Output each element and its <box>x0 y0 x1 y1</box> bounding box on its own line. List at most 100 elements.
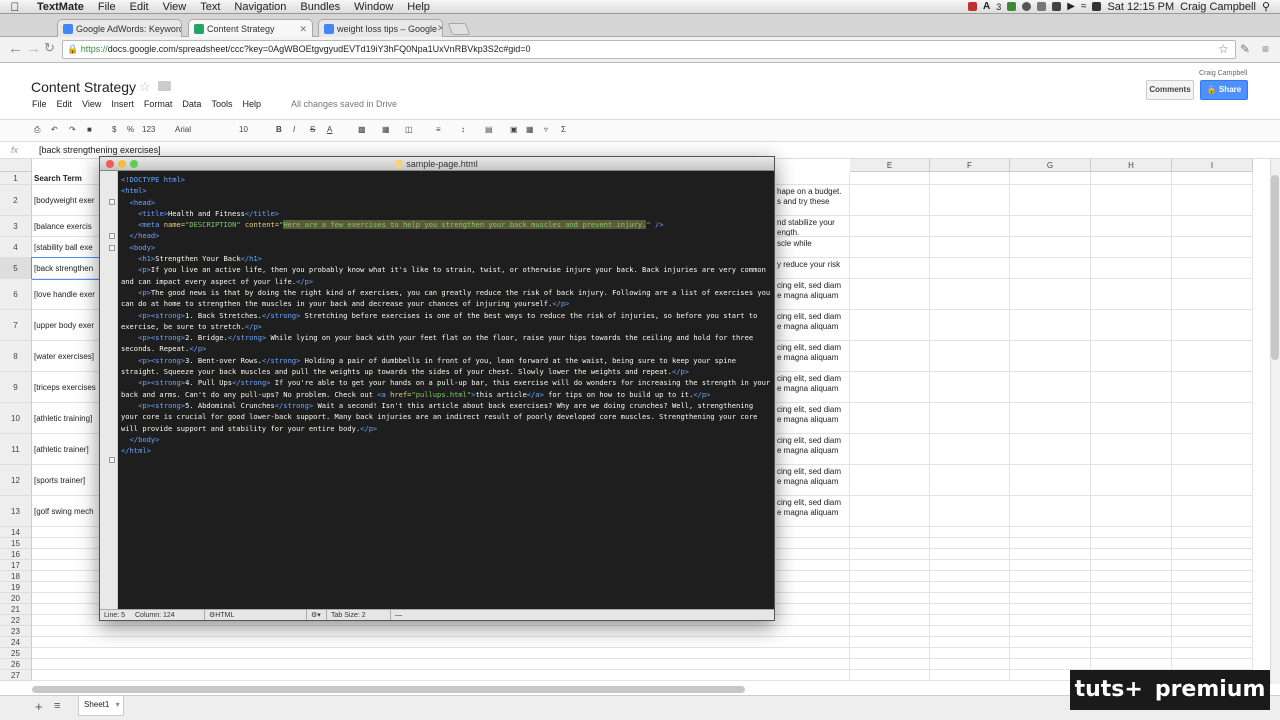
row-header[interactable]: 23 <box>0 626 32 637</box>
adobe-icon[interactable]: A <box>983 1 990 12</box>
empty-cell[interactable] <box>1010 372 1091 403</box>
empty-cell[interactable] <box>850 372 930 403</box>
cell-description[interactable]: y reduce your risk <box>775 258 850 279</box>
empty-cell[interactable] <box>850 434 930 465</box>
empty-cell[interactable] <box>1091 637 1172 648</box>
empty-cell[interactable] <box>930 434 1010 465</box>
url-field[interactable]: 🔒 https://docs.google.com/spreadsheet/cc… <box>62 40 1236 59</box>
empty-cell[interactable] <box>1010 571 1091 582</box>
empty-cell[interactable] <box>850 310 930 341</box>
empty-cell[interactable] <box>930 648 1010 659</box>
row-header[interactable]: 1 <box>0 172 32 185</box>
empty-cell[interactable] <box>1010 593 1091 604</box>
vertical-scrollbar-thumb[interactable] <box>1271 175 1279 360</box>
empty-cell[interactable] <box>1091 279 1172 310</box>
empty-cell[interactable] <box>930 637 1010 648</box>
align-icon[interactable]: ≡ <box>436 125 441 134</box>
empty-cell[interactable] <box>850 560 930 571</box>
empty-cell[interactable] <box>850 593 930 604</box>
row-header[interactable]: 10 <box>0 403 32 434</box>
empty-cell[interactable] <box>1091 604 1172 615</box>
empty-cell[interactable] <box>1091 341 1172 372</box>
empty-cell[interactable] <box>1091 172 1172 185</box>
tab-adwords[interactable]: Google AdWords: Keyword ✕ <box>57 19 182 37</box>
empty-cell[interactable] <box>930 670 1010 681</box>
empty-cell[interactable] <box>1010 615 1091 626</box>
column-header-h[interactable]: H <box>1091 159 1172 172</box>
back-arrow-icon[interactable]: ← <box>8 40 23 57</box>
menu-help[interactable]: Help <box>400 1 437 13</box>
row-header[interactable]: 21 <box>0 604 32 615</box>
row-header[interactable]: 25 <box>0 648 32 659</box>
empty-cell[interactable] <box>1010 403 1091 434</box>
sheet-tab[interactable]: Sheet1 ▾ <box>78 696 124 716</box>
row-header[interactable]: 19 <box>0 582 32 593</box>
empty-cell[interactable] <box>1091 615 1172 626</box>
empty-cell[interactable] <box>1091 538 1172 549</box>
empty-cell[interactable] <box>930 659 1010 670</box>
redo-icon[interactable]: ↷ <box>69 125 76 134</box>
empty-cell[interactable] <box>930 258 1010 279</box>
empty-cell[interactable] <box>1172 560 1253 571</box>
empty-cell[interactable] <box>1172 527 1253 538</box>
empty-cell[interactable] <box>1172 549 1253 560</box>
empty-cell[interactable] <box>1010 659 1091 670</box>
fold-marker[interactable] <box>109 233 115 239</box>
doc-menu-edit[interactable]: Edit <box>57 99 73 109</box>
empty-cell[interactable] <box>1010 604 1091 615</box>
empty-cell[interactable] <box>930 372 1010 403</box>
empty-cell[interactable] <box>1172 372 1253 403</box>
row-header[interactable]: 7 <box>0 310 32 341</box>
empty-cell[interactable] <box>1010 341 1091 372</box>
menubar-clock[interactable]: Sat 12:15 PM <box>1107 1 1174 13</box>
empty-cell[interactable] <box>1091 434 1172 465</box>
empty-cell[interactable] <box>850 258 930 279</box>
borders-icon[interactable]: ▦ <box>382 125 390 134</box>
share-button[interactable]: 🔒 Share <box>1200 80 1248 100</box>
row-header[interactable]: 14 <box>0 527 32 538</box>
menu-textmate[interactable]: TextMate <box>30 1 91 13</box>
empty-cell[interactable] <box>1172 237 1253 258</box>
empty-cell[interactable] <box>1010 216 1091 237</box>
bold-button[interactable]: B <box>276 125 282 134</box>
chrome-menu-icon[interactable]: ≡ <box>1262 42 1269 56</box>
empty-cell[interactable] <box>1091 237 1172 258</box>
fill-color-icon[interactable]: ▩ <box>358 125 366 134</box>
tab-weight-loss[interactable]: weight loss tips – Google ✕ <box>318 19 443 37</box>
empty-cell[interactable] <box>1172 593 1253 604</box>
menu-file[interactable]: File <box>91 1 123 13</box>
empty-cell[interactable] <box>1172 403 1253 434</box>
empty-cell[interactable] <box>1091 560 1172 571</box>
wifi-icon[interactable]: ≈ <box>1081 1 1087 12</box>
row-header[interactable]: 5 <box>0 258 32 279</box>
empty-cell[interactable] <box>850 279 930 310</box>
empty-cell[interactable] <box>930 341 1010 372</box>
reload-icon[interactable]: ↻ <box>44 40 55 56</box>
empty-cell[interactable] <box>1010 626 1091 637</box>
empty-cell[interactable] <box>1172 310 1253 341</box>
empty-cell[interactable] <box>1010 237 1091 258</box>
empty-cell[interactable] <box>1172 604 1253 615</box>
empty-cell[interactable] <box>930 185 1010 216</box>
forward-arrow-icon[interactable]: → <box>26 40 41 57</box>
fold-marker[interactable] <box>109 457 115 463</box>
horizontal-scrollbar-thumb[interactable] <box>32 686 745 693</box>
empty-cell[interactable] <box>850 465 930 496</box>
empty-cell[interactable] <box>1010 560 1091 571</box>
menu-view[interactable]: View <box>156 1 194 13</box>
empty-cell[interactable] <box>850 571 930 582</box>
evernote-icon[interactable] <box>1007 2 1017 11</box>
comments-button[interactable]: Comments <box>1146 80 1194 100</box>
fold-marker[interactable] <box>109 245 115 251</box>
row-header[interactable]: 2 <box>0 185 32 216</box>
close-icon[interactable]: ✕ <box>299 24 307 35</box>
new-tab-button[interactable] <box>447 23 471 35</box>
empty-cell[interactable] <box>930 172 1010 185</box>
empty-cell[interactable] <box>930 626 1010 637</box>
empty-cell[interactable] <box>850 172 930 185</box>
record-icon[interactable] <box>968 2 978 11</box>
empty-cell[interactable] <box>850 582 930 593</box>
cell-description[interactable]: scle while <box>775 237 850 258</box>
account-name[interactable]: Craig Campbell <box>1199 70 1247 77</box>
empty-cell[interactable] <box>1172 648 1253 659</box>
